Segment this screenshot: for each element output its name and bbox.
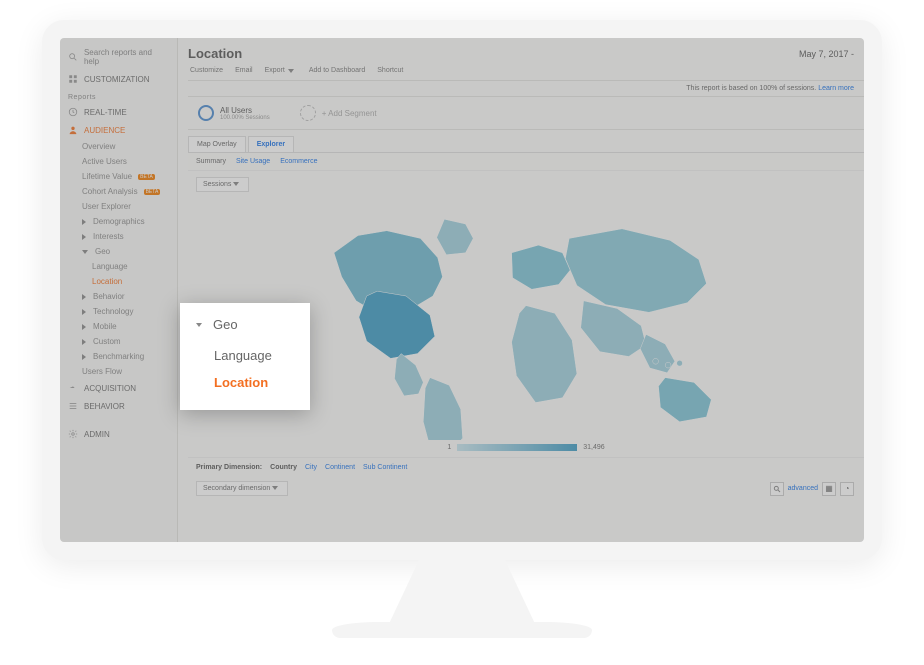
caret-right-icon (82, 294, 86, 300)
caret-down-icon (196, 323, 202, 327)
sub-overview[interactable]: Overview (60, 139, 177, 154)
sub-technology[interactable]: Technology (60, 304, 177, 319)
sub-custom[interactable]: Custom (60, 334, 177, 349)
search-table-button[interactable] (770, 482, 784, 496)
dim-subcontinent[interactable]: Sub Continent (363, 464, 407, 471)
view-table-button[interactable]: ▦ (822, 482, 836, 496)
report-toolbar: Customize Email Export Add to Dashboard … (188, 61, 864, 81)
tab-explorer[interactable]: Explorer (248, 136, 294, 152)
sub-mobile[interactable]: Mobile (60, 319, 177, 334)
sub-benchmarking[interactable]: Benchmarking (60, 349, 177, 364)
arrow-icon (68, 383, 78, 393)
segment-all-users[interactable]: All Users100.00% Sessions (198, 105, 270, 121)
sub-user-explorer[interactable]: User Explorer (60, 199, 177, 214)
map-svg (286, 200, 766, 440)
reports-header: Reports (60, 88, 177, 103)
popup-language[interactable]: Language (196, 342, 294, 369)
export-button[interactable]: Export (265, 67, 297, 74)
caret-down-icon (272, 486, 278, 490)
sub-interests[interactable]: Interests (60, 229, 177, 244)
sub-active-users[interactable]: Active Users (60, 154, 177, 169)
sub-location[interactable]: Location (60, 274, 177, 289)
caret-right-icon (82, 339, 86, 345)
legend-gradient (457, 444, 577, 451)
caret-down-icon (233, 182, 239, 186)
dashboard-icon (68, 74, 78, 84)
page-title: Location (188, 46, 242, 61)
clock-icon (68, 107, 78, 117)
geo-popup: Geo Language Location (180, 303, 310, 410)
date-range[interactable]: May 7, 2017 - (799, 49, 854, 59)
nav-customization[interactable]: CUSTOMIZATION (60, 70, 177, 88)
caret-right-icon (82, 354, 86, 360)
search-icon (773, 485, 781, 493)
sub-language[interactable]: Language (60, 259, 177, 274)
popup-location[interactable]: Location (196, 369, 294, 396)
search-placeholder: Search reports and help (84, 48, 169, 66)
sub-users-flow[interactable]: Users Flow (60, 364, 177, 379)
sampling-notice: This report is based on 100% of sessions… (188, 81, 864, 97)
dim-continent[interactable]: Continent (325, 464, 355, 471)
tab-map-overlay[interactable]: Map Overlay (188, 136, 246, 152)
caret-down-icon (82, 250, 88, 254)
dim-city[interactable]: City (305, 464, 317, 471)
list-icon (68, 401, 78, 411)
view-pie-button[interactable]: ◔ (840, 482, 854, 496)
dim-country[interactable]: Country (270, 464, 297, 471)
caret-right-icon (82, 219, 86, 225)
sub-cohort[interactable]: Cohort AnalysisBETA (60, 184, 177, 199)
nav-admin[interactable]: ADMIN (60, 425, 177, 443)
email-button[interactable]: Email (235, 67, 253, 74)
primary-dimension: Primary Dimension: Country City Continen… (188, 457, 864, 477)
advanced-link[interactable]: advanced (788, 485, 818, 492)
caret-right-icon (82, 324, 86, 330)
sub-lifetime[interactable]: Lifetime ValueBETA (60, 169, 177, 184)
shortcut-button[interactable]: Shortcut (377, 67, 403, 74)
caret-right-icon (82, 309, 86, 315)
sub-behavior[interactable]: Behavior (60, 289, 177, 304)
nav-realtime[interactable]: REAL-TIME (60, 103, 177, 121)
add-segment-button[interactable]: + Add Segment (300, 105, 377, 121)
metric-dropdown[interactable]: Sessions (196, 177, 249, 192)
map-legend: 1 31,496 (188, 444, 864, 451)
customize-button[interactable]: Customize (190, 67, 223, 74)
search-input[interactable]: Search reports and help (60, 44, 177, 70)
secondary-dimension-dropdown[interactable]: Secondary dimension (196, 481, 288, 496)
nav-audience[interactable]: AUDIENCE (60, 121, 177, 139)
caret-down-icon (288, 69, 294, 73)
learn-more-link[interactable]: Learn more (818, 85, 854, 92)
main-content: Location May 7, 2017 - Customize Email E… (178, 38, 864, 542)
sub-demographics[interactable]: Demographics (60, 214, 177, 229)
segment-circle-icon (198, 105, 214, 121)
subtab-site-usage[interactable]: Site Usage (236, 158, 270, 165)
subtab-summary[interactable]: Summary (196, 158, 226, 165)
caret-right-icon (82, 234, 86, 240)
nav-behavior[interactable]: BEHAVIOR (60, 397, 177, 415)
sidebar: Search reports and help CUSTOMIZATION Re… (60, 38, 178, 542)
gear-icon (68, 429, 78, 439)
add-circle-icon (300, 105, 316, 121)
sub-geo[interactable]: Geo (60, 244, 177, 259)
search-icon (68, 52, 78, 62)
add-dashboard-button[interactable]: Add to Dashboard (309, 67, 365, 74)
person-icon (68, 125, 78, 135)
nav-acquisition[interactable]: ACQUISITION (60, 379, 177, 397)
popup-geo-header[interactable]: Geo (196, 317, 294, 332)
subtab-ecommerce[interactable]: Ecommerce (280, 158, 317, 165)
